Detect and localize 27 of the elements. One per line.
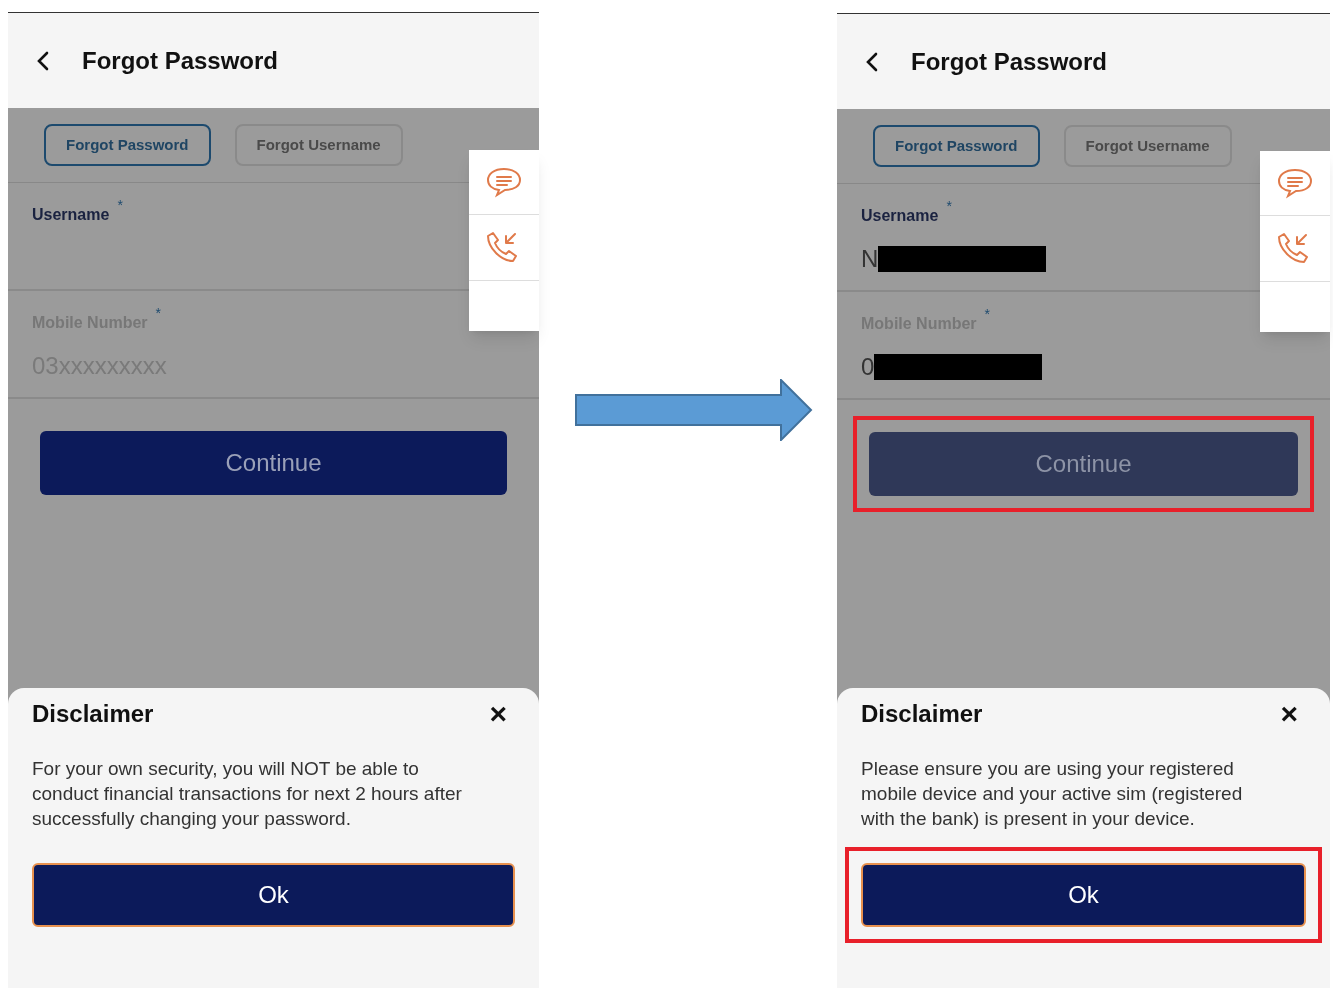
chat-bubble-icon[interactable] [485,166,523,198]
close-button[interactable]: × [489,699,515,729]
field-value: N [861,244,879,274]
sheet-title: Disclaimer [861,699,983,729]
close-button[interactable]: × [1280,699,1306,729]
screen-title: Forgot Password [82,45,279,76]
chat-bubble-icon[interactable] [1276,167,1314,199]
disclaimer-text: Please ensure you are using your registered mobile device and your active sim (registered with the bank) is present in your device. [861,757,1244,831]
ok-button[interactable]: Ok [32,863,515,927]
ok-button[interactable]: Ok [861,863,1306,927]
required-asterisk: * [984,305,990,324]
field-label: Username [861,206,939,226]
field-label: Username [32,205,110,225]
sheet-title: Disclaimer [32,699,154,729]
continue-button[interactable]: Continue [40,431,507,495]
required-asterisk: * [946,197,952,216]
tab[interactable]: Forgot Password [44,123,211,167]
required-asterisk: * [117,196,123,215]
field-value: 0 [861,352,875,382]
tab[interactable]: Forgot Username [234,123,403,167]
back-chevron-icon[interactable] [865,50,879,73]
back-chevron-icon[interactable] [36,49,50,72]
tab[interactable]: Forgot Username [1063,124,1232,168]
disclaimer-text: For your own security, you will NOT be able to conduct financial transactions for next 2 hours after successfully changing your password. [32,757,463,831]
required-asterisk: * [155,304,161,323]
screen-title: Forgot Password [911,46,1108,77]
tab[interactable]: Forgot Password [873,124,1040,168]
